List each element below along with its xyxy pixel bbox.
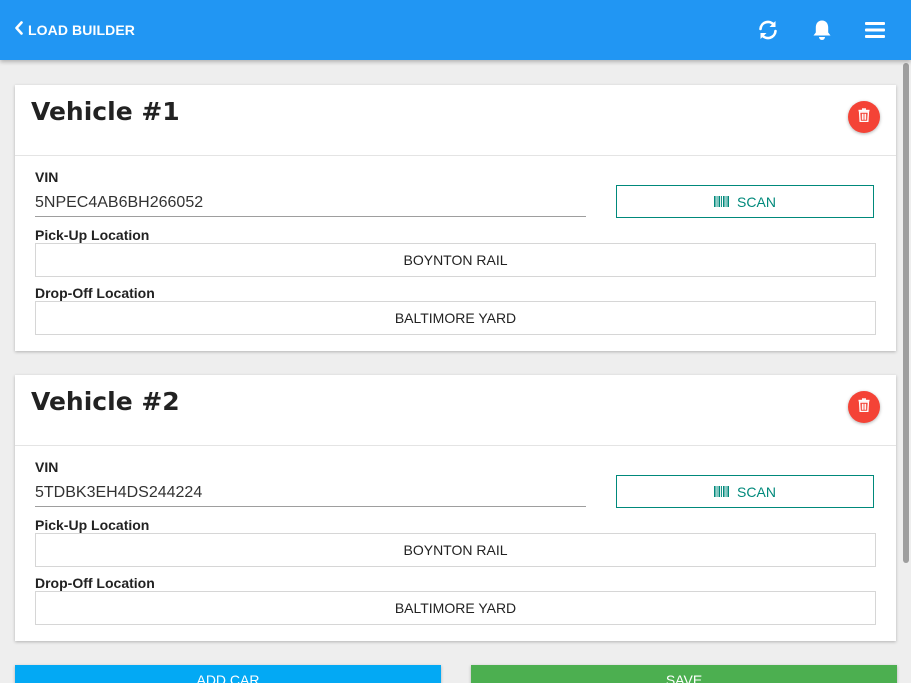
menu-icon[interactable] — [861, 16, 889, 44]
vin-label: VIN — [35, 169, 59, 185]
vehicle-card-header: Vehicle #2 — [15, 375, 896, 446]
vin-label: VIN — [35, 459, 59, 475]
delete-vehicle-button[interactable] — [848, 101, 880, 133]
app: LOAD BUILDER Vehicle #1 VIN 5NPEC4AB6BH2… — [0, 0, 911, 683]
dropoff-location-select[interactable]: BALTIMORE YARD — [35, 591, 876, 625]
delete-vehicle-button[interactable] — [848, 391, 880, 423]
vin-input[interactable] — [35, 479, 586, 507]
add-car-button[interactable]: ADD CAR — [15, 665, 441, 683]
pickup-location-label: Pick-Up Location — [35, 227, 150, 243]
scan-button[interactable]: SCAN — [616, 475, 874, 508]
scan-label: SCAN — [737, 193, 776, 210]
scrollbar-thumb[interactable] — [903, 63, 909, 563]
vehicle-card: Vehicle #2 VIN 5TDBK3EH4DS244224 SCAN Pi… — [15, 375, 896, 641]
chevron-left-icon — [14, 20, 24, 40]
vehicle-card-header: Vehicle #1 — [15, 85, 896, 156]
pickup-location-label: Pick-Up Location — [35, 517, 150, 533]
dropoff-location-select[interactable]: BALTIMORE YARD — [35, 301, 876, 335]
dropoff-location-label: Drop-Off Location — [35, 285, 155, 301]
bell-icon[interactable] — [808, 16, 836, 44]
trash-icon — [858, 397, 870, 417]
vehicle-title: Vehicle #2 — [31, 387, 180, 416]
scan-button[interactable]: SCAN — [616, 185, 874, 218]
barcode-icon — [714, 484, 730, 500]
refresh-icon[interactable] — [754, 16, 782, 44]
page-title: LOAD BUILDER — [28, 22, 135, 38]
dropoff-location-label: Drop-Off Location — [35, 575, 155, 591]
vin-input[interactable] — [35, 189, 586, 217]
top-app-bar: LOAD BUILDER — [0, 0, 911, 60]
vehicle-card: Vehicle #1 VIN 5NPEC4AB6BH266052 SCAN Pi… — [15, 85, 896, 351]
save-button[interactable]: SAVE — [471, 665, 897, 683]
back-button[interactable]: LOAD BUILDER — [14, 0, 135, 60]
barcode-icon — [714, 194, 730, 210]
pickup-location-select[interactable]: BOYNTON RAIL — [35, 533, 876, 567]
trash-icon — [858, 107, 870, 127]
scan-label: SCAN — [737, 483, 776, 500]
vehicle-title: Vehicle #1 — [31, 97, 180, 126]
pickup-location-select[interactable]: BOYNTON RAIL — [35, 243, 876, 277]
